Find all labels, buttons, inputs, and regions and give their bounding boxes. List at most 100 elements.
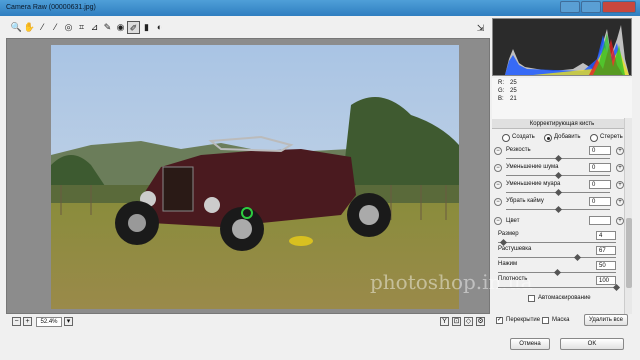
fullscreen-toggle-icon[interactable]: ⇲ bbox=[474, 22, 487, 35]
brush-thumb[interactable] bbox=[499, 238, 507, 247]
brush-thumb[interactable] bbox=[574, 253, 582, 262]
slider-thumb[interactable] bbox=[554, 154, 563, 163]
color-sampler-icon[interactable]: ⁄ bbox=[49, 21, 62, 34]
plus-icon[interactable]: + bbox=[616, 181, 624, 189]
maximize-button[interactable] bbox=[581, 1, 601, 13]
red-label: R: bbox=[498, 80, 504, 86]
green-label: G: bbox=[498, 88, 505, 94]
brush-track[interactable] bbox=[498, 287, 616, 288]
slider-value-field[interactable]: 0 bbox=[589, 197, 611, 206]
slider-thumb[interactable] bbox=[554, 188, 563, 197]
highlight-clip-icon[interactable]: Y bbox=[440, 317, 449, 326]
brush-value-field[interactable]: 50 bbox=[596, 261, 616, 270]
histogram bbox=[492, 18, 632, 76]
plus-icon[interactable]: + bbox=[616, 147, 624, 155]
close-button[interactable] bbox=[602, 1, 636, 13]
mode-create-label: Создать bbox=[512, 134, 535, 140]
brush-label: Растушевка bbox=[498, 246, 532, 252]
slider-row: − Убрать кайму 0 + bbox=[492, 197, 632, 214]
ok-button[interactable]: OK bbox=[560, 338, 624, 350]
mode-add-radio[interactable] bbox=[544, 134, 552, 142]
spot-removal-icon[interactable]: ✎ bbox=[101, 21, 114, 34]
brush-row: Размер 4 bbox=[492, 231, 632, 247]
panel-scrollbar[interactable] bbox=[624, 118, 632, 314]
clear-all-button[interactable]: Удалить все bbox=[584, 314, 628, 326]
automask-label: Автомаскирование bbox=[538, 295, 591, 301]
slider-thumb[interactable] bbox=[554, 205, 563, 214]
tool-bar: 🔍 ✋ ⁄ ⁄ ◎ ⌗ ⊿ ✎ ◉ ✐ ▮ ◐ bbox=[6, 18, 490, 38]
color-plus-icon[interactable]: + bbox=[616, 217, 624, 225]
color-minus-icon[interactable]: − bbox=[494, 217, 502, 225]
slider-label: Убрать кайму bbox=[506, 198, 544, 204]
blue-label: B: bbox=[498, 96, 504, 102]
minus-icon[interactable]: − bbox=[494, 181, 502, 189]
slider-value-field[interactable]: 0 bbox=[589, 146, 611, 155]
zoom-out-button[interactable]: − bbox=[12, 317, 21, 326]
minus-icon[interactable]: − bbox=[494, 164, 502, 172]
minus-icon[interactable]: − bbox=[494, 147, 502, 155]
slider-row: − Резкость 0 + bbox=[492, 146, 632, 163]
color-swatch[interactable] bbox=[589, 216, 611, 225]
window-title: Camera Raw (00000631.jpg) bbox=[6, 4, 96, 11]
zoom-dropdown-button[interactable]: ▾ bbox=[64, 317, 73, 326]
red-eye-icon[interactable]: ◉ bbox=[114, 21, 127, 34]
slider-label: Резкость bbox=[506, 147, 531, 153]
brush-value-field[interactable]: 4 bbox=[596, 231, 616, 240]
slider-value-field[interactable]: 0 bbox=[589, 180, 611, 189]
camera-raw-window: Camera Raw (00000631.jpg) 🔍 ✋ ⁄ ⁄ ◎ ⌗ ⊿ ✎ ◉ ✐ ▮ ◐ ⇲ bbox=[0, 0, 640, 360]
zoom-in-button[interactable]: + bbox=[23, 317, 32, 326]
right-panel: R: 25 G: 25 B: 21 Корректирующая кисть Созд… bbox=[492, 18, 632, 332]
blue-value: 21 bbox=[510, 96, 517, 102]
mode-erase-radio[interactable] bbox=[590, 134, 598, 142]
slider-thumb[interactable] bbox=[554, 171, 563, 180]
zoom-tool-icon[interactable]: 🔍 bbox=[10, 21, 23, 34]
slider-label: Уменьшение шума bbox=[506, 164, 559, 170]
brush-label: Размер bbox=[498, 231, 519, 237]
crop-icon[interactable]: ⌗ bbox=[75, 21, 88, 34]
brush-label: Нажим bbox=[498, 261, 518, 267]
adjustment-brush-icon[interactable]: ✐ bbox=[127, 21, 140, 34]
slider-label: Уменьшение муара bbox=[506, 181, 561, 187]
brush-thumb[interactable] bbox=[553, 268, 562, 277]
graduated-filter-icon[interactable]: ▮ bbox=[140, 21, 153, 34]
target-adjust-icon[interactable]: ◎ bbox=[62, 21, 75, 34]
zoom-level-field[interactable]: 52.4% bbox=[36, 317, 62, 327]
white-balance-icon[interactable]: ⁄ bbox=[36, 21, 49, 34]
overlay-checkbox[interactable]: ✓ bbox=[496, 317, 503, 324]
panel-title: Корректирующая кисть bbox=[492, 119, 632, 129]
plus-icon[interactable]: + bbox=[616, 198, 624, 206]
brush-track[interactable] bbox=[498, 257, 616, 258]
rgb-readout: R: 25 G: 25 B: 21 bbox=[492, 78, 632, 120]
cancel-button[interactable]: Отмена bbox=[510, 338, 550, 350]
brush-thumb[interactable] bbox=[612, 283, 621, 292]
mask-label: Маска bbox=[552, 317, 570, 323]
green-value: 25 bbox=[510, 88, 517, 94]
automask-checkbox[interactable] bbox=[528, 295, 535, 302]
rotate-icon[interactable]: ◐ bbox=[153, 21, 166, 34]
overlay-label: Перекрытие bbox=[506, 317, 541, 323]
color-label: Цвет bbox=[506, 218, 520, 224]
mask-checkbox[interactable] bbox=[542, 317, 549, 324]
mode-add-label: Добавить bbox=[554, 134, 581, 140]
mode-create-radio[interactable] bbox=[502, 134, 510, 142]
slider-row: − Уменьшение шума 0 + bbox=[492, 163, 632, 180]
settings-icon[interactable]: ⚙ bbox=[476, 317, 485, 326]
brush-value-field[interactable]: 67 bbox=[596, 246, 616, 255]
brush-label: Плотность bbox=[498, 276, 528, 282]
brush-value-field[interactable]: 100 bbox=[596, 276, 616, 285]
straighten-icon[interactable]: ⊿ bbox=[88, 21, 101, 34]
minus-icon[interactable]: − bbox=[494, 198, 502, 206]
slider-value-field[interactable]: 0 bbox=[589, 163, 611, 172]
shadow-clip-icon[interactable]: ◇ bbox=[464, 317, 473, 326]
minimize-button[interactable] bbox=[560, 1, 580, 13]
preview-toggle-icon[interactable]: ⊡ bbox=[452, 317, 461, 326]
plus-icon[interactable]: + bbox=[616, 164, 624, 172]
title-bar: Camera Raw (00000631.jpg) bbox=[0, 0, 640, 16]
brush-track[interactable] bbox=[498, 242, 616, 243]
brush-row: Растушевка 67 bbox=[492, 246, 632, 262]
status-bar: − + 52.4% ▾ Y ⊡ ◇ ⚙ bbox=[6, 316, 490, 330]
red-value: 25 bbox=[510, 80, 517, 86]
scrollbar-thumb[interactable] bbox=[626, 218, 632, 288]
hand-tool-icon[interactable]: ✋ bbox=[23, 21, 36, 34]
brush-mode-group: Создать Добавить Стереть bbox=[502, 133, 632, 143]
